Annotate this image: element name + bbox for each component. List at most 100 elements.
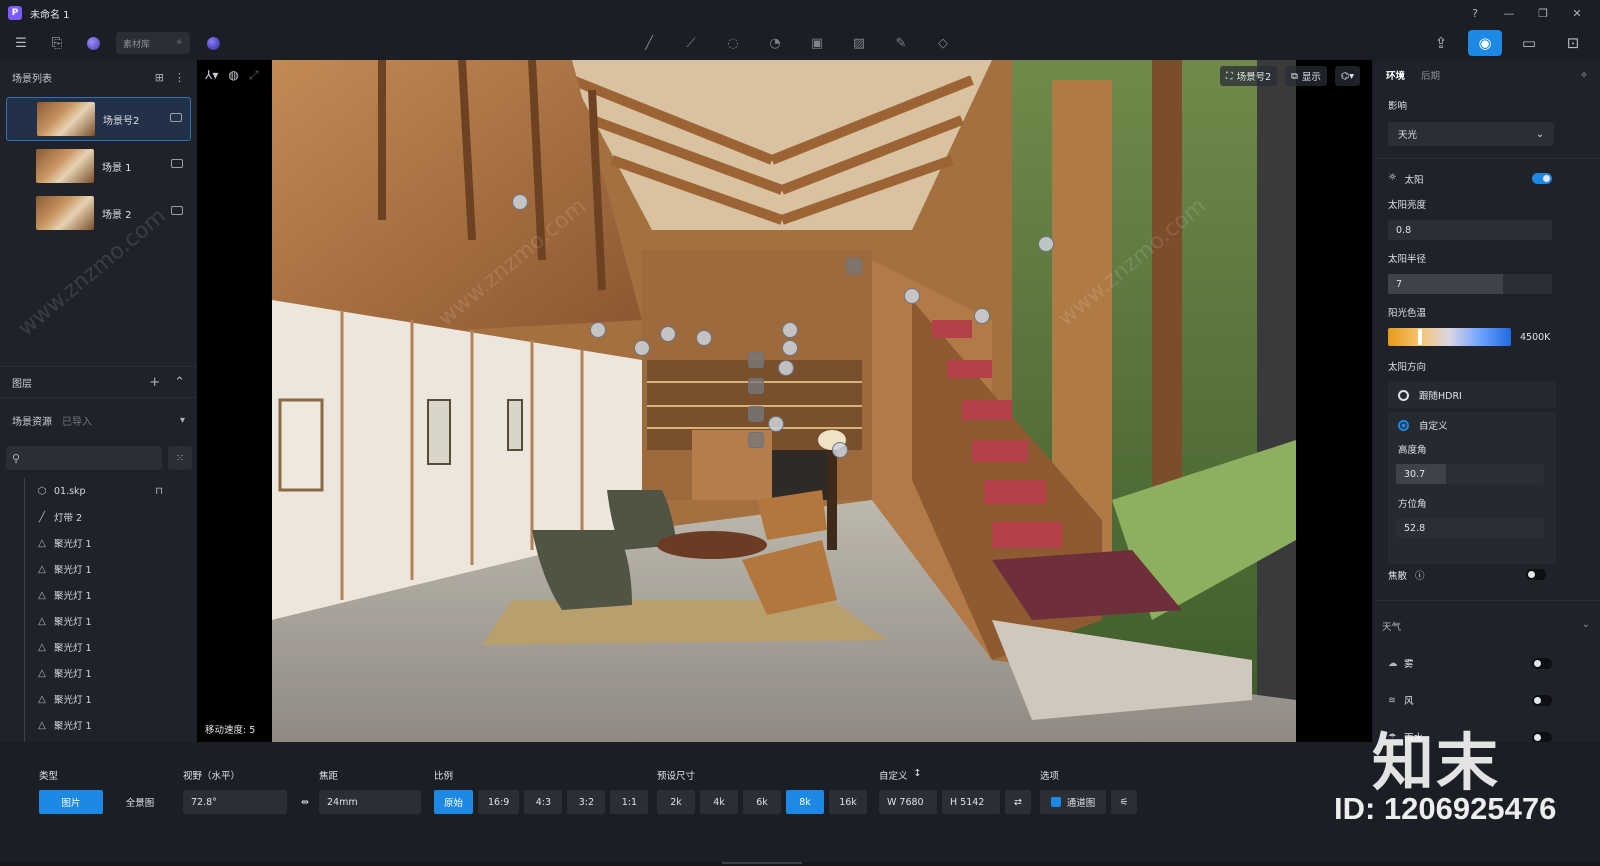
focal-input[interactable]: 24mm (319, 790, 421, 814)
settings-sliders-icon[interactable]: ⚟ (1111, 790, 1137, 814)
minimize-button[interactable]: — (1492, 7, 1526, 20)
camera-icon[interactable] (170, 113, 182, 122)
asset-search-input[interactable]: ⚲ (6, 446, 162, 470)
light-marker[interactable] (832, 442, 848, 458)
fog-toggle[interactable] (1532, 658, 1552, 669)
sun-toggle[interactable] (1532, 173, 1552, 184)
tree-item[interactable]: △ 聚光灯 1 (0, 556, 197, 582)
brush-tool-icon[interactable]: ✎ (888, 30, 914, 56)
chevron-down-icon[interactable]: ⌄ (1582, 619, 1590, 630)
scene-item[interactable]: 场景号2 (6, 97, 191, 141)
elevation-slider[interactable]: 30.7 (1396, 464, 1544, 484)
add-layer-icon[interactable]: + (149, 375, 160, 390)
tree-item[interactable]: △ 聚光灯 1 (0, 608, 197, 634)
swap-icon[interactable]: ⇄ (1005, 790, 1031, 814)
scene-item[interactable]: 场景 1 (6, 144, 191, 188)
more-icon[interactable]: ⋮ (174, 71, 185, 84)
preset-button[interactable]: 4k (700, 790, 738, 814)
library-button[interactable]: 素材库 ✧ (116, 32, 190, 54)
light-marker[interactable] (782, 340, 798, 356)
preset-button[interactable]: 2k (657, 790, 695, 814)
camera-icon[interactable] (171, 206, 183, 215)
light-marker[interactable] (974, 308, 990, 324)
layers-header[interactable]: 图层 + ⌃ (0, 366, 197, 398)
light-marker[interactable] (696, 330, 712, 346)
info-icon[interactable]: ↕ (914, 768, 922, 782)
light-marker[interactable] (782, 322, 798, 338)
sun-radius-slider[interactable]: 7 (1388, 274, 1552, 294)
light-marker[interactable] (512, 194, 528, 210)
lasso-tool-icon[interactable]: ◌ (720, 30, 746, 56)
camera-mode-dropdown[interactable]: ⌬▾ (1334, 66, 1360, 86)
ratio-button[interactable]: 1:1 (610, 790, 649, 814)
export-icon[interactable]: ⇪ (1424, 30, 1458, 56)
3d-viewport[interactable]: ⅄▾ ◍ ⤢ ⛶ 场景号2 ⧉ 显示 ⌬▾ 移动速度: 5 (197, 60, 1372, 742)
color-temp-thumb[interactable] (1418, 329, 1422, 345)
axis-gizmo-icon[interactable]: ⅄▾ (205, 68, 218, 83)
light-marker[interactable] (768, 416, 784, 432)
azimuth-field[interactable]: 52.8 (1396, 518, 1544, 538)
line-tool-icon[interactable]: ╱ (636, 30, 662, 56)
type-panorama-button[interactable]: 全景图 (108, 790, 172, 814)
width-input[interactable]: W 7680 (879, 790, 937, 814)
layer-tool-icon[interactable]: ◇ (930, 30, 956, 56)
magic-icon[interactable]: ✧ (1580, 70, 1588, 81)
preset-button[interactable]: 6k (743, 790, 781, 814)
globe-icon[interactable]: ◍ (228, 68, 238, 83)
help-icon[interactable]: ? (1458, 7, 1492, 20)
path-tool-icon[interactable]: ⟋ (678, 30, 704, 56)
expand-icon[interactable]: ⤢ (249, 68, 259, 83)
light-marker[interactable] (778, 360, 794, 376)
strip-light-marker[interactable] (748, 378, 764, 394)
hdri-sphere-icon[interactable] (200, 30, 226, 56)
tree-item[interactable]: △ 聚光灯 1 (0, 660, 197, 686)
render-preview[interactable] (272, 60, 1296, 742)
grid-view-icon[interactable]: ⁙ (168, 446, 192, 470)
camera-tool-icon[interactable]: ▣ (804, 30, 830, 56)
wind-toggle[interactable] (1532, 695, 1552, 706)
tree-item[interactable]: △ 聚光灯 1 (0, 530, 197, 556)
ratio-button[interactable]: 16:9 (478, 790, 520, 814)
tree-item[interactable]: ⬡ 01.skp ⊓ (0, 478, 197, 504)
tab-post[interactable]: 后期 (1421, 68, 1440, 82)
light-tool-icon[interactable]: ◔ (762, 30, 788, 56)
fov-input[interactable]: 72.8° (183, 790, 287, 814)
render-video-icon[interactable]: ▭ (1512, 30, 1546, 56)
light-marker[interactable] (634, 340, 650, 356)
scene-chip[interactable]: ⛶ 场景号2 (1219, 66, 1278, 86)
sun-brightness-field[interactable]: 0.8 (1388, 220, 1552, 240)
maximize-button[interactable]: ❐ (1526, 7, 1560, 20)
display-toggle[interactable]: ⧉ 显示 (1285, 66, 1327, 86)
texture-tool-icon[interactable]: ▨ (846, 30, 872, 56)
strip-light-marker[interactable] (846, 258, 862, 274)
strip-light-marker[interactable] (748, 406, 764, 422)
assets-header[interactable]: 场景资源 已导入 ▾ (0, 406, 197, 434)
tree-item[interactable]: △ 聚光灯 1 (0, 634, 197, 660)
material-ball-icon[interactable] (80, 30, 106, 56)
strip-light-marker[interactable] (748, 432, 764, 448)
chevron-down-icon[interactable]: ▾ (180, 415, 185, 426)
option-custom[interactable]: 自定义 (1388, 412, 1556, 438)
tree-item[interactable]: △ 聚光灯 1 (0, 686, 197, 712)
render-image-icon[interactable]: ◉ (1468, 30, 1502, 56)
close-button[interactable]: ✕ (1560, 7, 1594, 20)
inbox-icon[interactable]: ⊡ (1556, 30, 1590, 56)
preset-button[interactable]: 8k (786, 790, 824, 814)
height-input[interactable]: H 5142 (942, 790, 1000, 814)
tree-item[interactable]: △ 聚光灯 1 (0, 712, 197, 738)
option-follow-hdri[interactable]: 跟随HDRI (1388, 382, 1556, 408)
channel-map-toggle[interactable]: 通道图 (1040, 790, 1106, 814)
light-marker[interactable] (660, 326, 676, 342)
light-marker[interactable] (904, 288, 920, 304)
ratio-button[interactable]: 原始 (434, 790, 474, 814)
strip-light-marker[interactable] (748, 352, 764, 368)
collapse-icon[interactable]: ⌃ (174, 375, 185, 390)
camera-icon[interactable] (171, 159, 183, 168)
fov-link-icon[interactable]: ⇹ (292, 790, 318, 814)
type-image-button[interactable]: 图片 (39, 790, 103, 814)
tree-item[interactable]: ╱ 灯带 2 (0, 504, 197, 530)
tab-environment[interactable]: 环境 (1386, 68, 1405, 82)
help-icon[interactable]: ⓘ (1415, 568, 1425, 582)
color-temp-slider[interactable] (1388, 328, 1511, 346)
influence-select[interactable]: 天光 ⌄ (1388, 122, 1554, 146)
